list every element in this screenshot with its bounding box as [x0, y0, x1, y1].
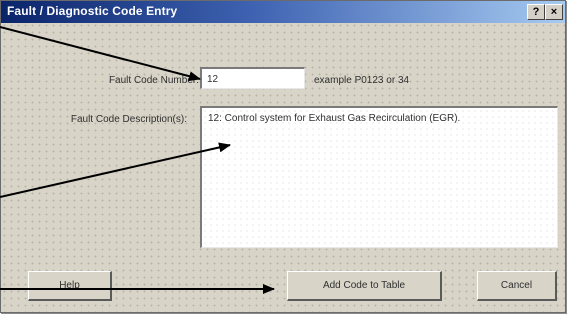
fault-code-entry-dialog: Fault / Diagnostic Code Entry ? × Fault …: [0, 0, 566, 313]
add-code-to-table-button[interactable]: Add Code to Table: [287, 271, 442, 301]
fault-code-description-label: Fault Code Description(s):: [70, 114, 187, 125]
title-bar: Fault / Diagnostic Code Entry ? ×: [1, 1, 565, 23]
fault-code-number-label: Fault Code Number:: [108, 75, 199, 86]
fault-code-number-input[interactable]: 12: [200, 67, 305, 89]
help-button[interactable]: Help: [28, 271, 112, 301]
window-title: Fault / Diagnostic Code Entry: [7, 4, 178, 18]
example-hint: example P0123 or 34: [314, 75, 410, 86]
screenshot-canvas: Fault / Diagnostic Code Entry ? × Fault …: [0, 0, 579, 316]
fault-code-description-field[interactable]: 12: Control system for Exhaust Gas Recir…: [200, 106, 558, 248]
close-icon[interactable]: ×: [545, 4, 563, 20]
question-mark-icon[interactable]: ?: [527, 4, 545, 20]
cancel-button[interactable]: Cancel: [477, 271, 557, 301]
